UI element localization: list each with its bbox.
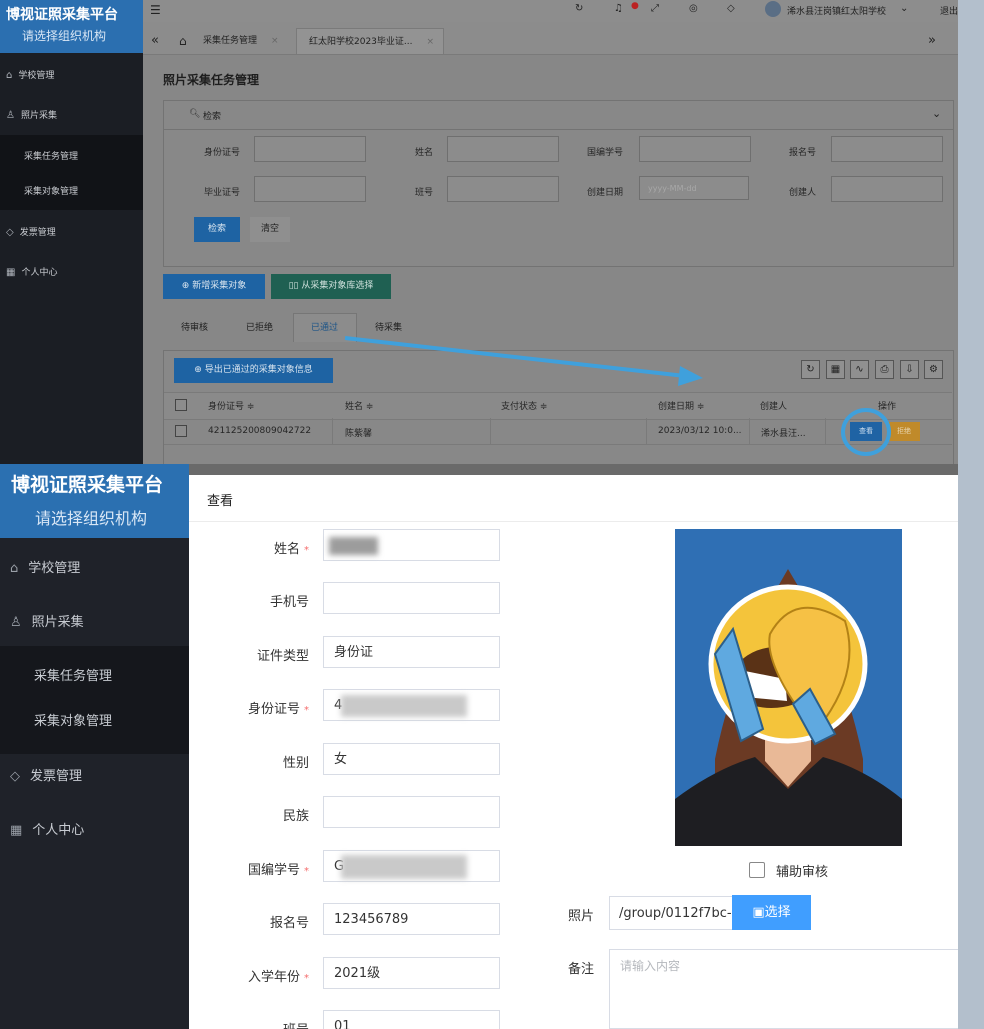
sidebar-item-profile[interactable]: ▦ 个人中心: [10, 819, 84, 838]
top-screenshot: 博视证照采集平台 请选择组织机构 ⌂ 学校管理 ♙ 照片采集 采集任务管理 采集对象…: [0, 0, 958, 464]
redaction-blur: [341, 855, 467, 879]
enroll-year-label: 入学年份 *: [247, 970, 309, 985]
id-photo: [675, 529, 902, 846]
ethnicity-field[interactable]: [323, 796, 500, 828]
reg-no-label: 报名号: [269, 916, 309, 931]
sidebar-header: 博视证照采集平台 请选择组织机构: [0, 464, 189, 538]
user-icon: ♙: [10, 615, 22, 630]
id-type-label: 证件类型: [256, 649, 309, 664]
dialog-divider: [189, 521, 958, 522]
sidebar-item-school[interactable]: ⌂ 学校管理: [10, 557, 80, 576]
assist-review-label: 辅助审核: [776, 865, 829, 880]
class-no-field[interactable]: 01: [323, 1010, 500, 1029]
annotation-arrow-line: [344, 336, 686, 378]
sidebar-item-photo[interactable]: ♙ 照片采集: [10, 611, 84, 630]
sidebar-item-task[interactable]: 采集任务管理: [34, 665, 112, 684]
sidebar-item-object[interactable]: 采集对象管理: [34, 710, 112, 729]
sidebar: 博视证照采集平台 请选择组织机构 ⌂ 学校管理 ♙ 照片采集 采集任务管理 采集对象…: [0, 464, 189, 1029]
annotation-arrowhead: [678, 366, 703, 386]
dimmed-header: [189, 464, 958, 475]
ethnicity-label: 民族: [282, 809, 309, 824]
platform-title: 博视证照采集平台: [11, 474, 164, 496]
portrait-image: [675, 529, 902, 846]
remark-placeholder: 请输入内容: [620, 959, 681, 973]
remark-textarea[interactable]: 请输入内容: [609, 949, 958, 1029]
reg-no-field[interactable]: 123456789: [323, 903, 500, 935]
view-dialog: 查看 姓名 * 手机号 证件类型 身份证 身份证号 * 4 性别 女 民族 国编学号…: [189, 475, 958, 1029]
gender-field[interactable]: 女: [323, 743, 500, 775]
photo-path-field[interactable]: /group/0112f7bc-36: [609, 896, 739, 930]
student-no-label: 国编学号 *: [247, 863, 309, 878]
choose-photo-button[interactable]: ▣选择: [732, 895, 811, 930]
remark-label: 备注: [568, 962, 595, 977]
assist-review-checkbox[interactable]: [749, 862, 765, 878]
home-icon: ⌂: [10, 561, 19, 576]
sidebar-item-invoice[interactable]: ◇ 发票管理: [10, 765, 82, 784]
gender-label: 性别: [282, 756, 309, 771]
profile-icon: ▦: [10, 823, 23, 838]
phone-field[interactable]: [323, 582, 500, 614]
redaction-blur: [341, 695, 467, 717]
photo-label: 照片: [568, 909, 595, 924]
dialog-title: 查看: [207, 494, 234, 509]
bottom-screenshot: 博视证照采集平台 请选择组织机构 ⌂ 学校管理 ♙ 照片采集 采集任务管理 采集对象…: [0, 464, 958, 1029]
enroll-year-field[interactable]: 2021级: [323, 957, 500, 989]
tag-icon: ◇: [10, 769, 20, 784]
class-no-label: 班号: [283, 1019, 309, 1029]
image-icon: ▣: [752, 905, 765, 920]
redaction-blur: [329, 537, 378, 555]
annotation-overlay: [344, 336, 891, 456]
org-selector[interactable]: 请选择组织机构: [35, 505, 147, 529]
sidebar-submenu: [0, 646, 189, 754]
id-type-field[interactable]: 身份证: [323, 636, 500, 668]
annotation-circle: [841, 408, 891, 456]
idcard-label: 身份证号 *: [247, 702, 309, 717]
name-label: 姓名 *: [273, 542, 309, 557]
phone-label: 手机号: [269, 595, 309, 610]
